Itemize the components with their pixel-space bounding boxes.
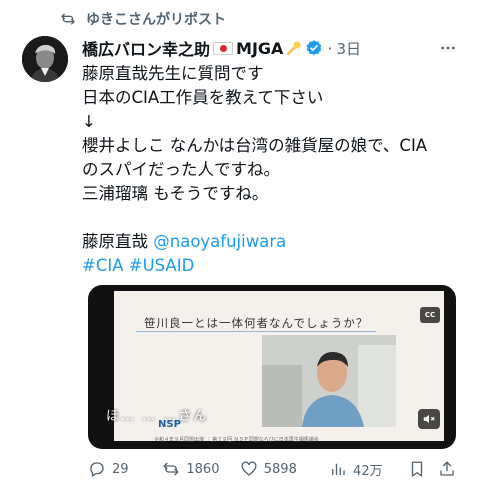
mute-icon[interactable]	[418, 409, 440, 429]
views-button[interactable]: 42万	[329, 460, 408, 479]
mention-line: 藤原直哉 @naoyafujiwara	[82, 230, 460, 254]
video-player[interactable]: 笹川良一とは一体何者なんでしょうか？ NSP 令和４年９月同盟出演 ｜ 第７９回…	[88, 285, 456, 449]
hashtags[interactable]: #CIA #USAID	[82, 254, 460, 278]
captions-button[interactable]: CC	[420, 307, 440, 323]
tweet-time[interactable]: 3日	[337, 38, 362, 59]
speaker-image	[262, 335, 396, 427]
bookmark-button[interactable]	[408, 460, 438, 478]
verified-badge-icon	[307, 40, 322, 56]
more-options-icon[interactable]	[436, 36, 460, 60]
reply-count: 29	[112, 461, 129, 477]
mention-link[interactable]: @naoyafujiwara	[153, 232, 286, 251]
like-button[interactable]: 5898	[240, 460, 329, 478]
separator-dot: ·	[327, 38, 333, 58]
comet-icon	[287, 41, 301, 56]
repost-count: 1860	[186, 461, 220, 477]
tweet-header: 橋広バロン幸之助 MJGA · 3日	[82, 36, 460, 60]
repost-label: ゆきこさんがリポスト	[86, 12, 226, 28]
repost-indicator[interactable]: ゆきこさんがリポスト	[60, 8, 226, 30]
slide-title: 笹川良一とは一体何者なんでしょうか？	[144, 316, 369, 330]
share-icon	[440, 461, 454, 476]
tweet-line: のスパイだった人ですね。	[82, 160, 280, 179]
name-suffix: MJGA	[236, 38, 284, 58]
tweet-line: ↓	[82, 112, 96, 131]
views-chart-icon	[332, 463, 345, 475]
share-button[interactable]	[438, 460, 458, 478]
view-count: 42万	[353, 463, 383, 479]
bookmark-icon	[412, 461, 423, 478]
tweet-line: 藤原直哉先生に質問です	[82, 64, 264, 83]
tweet-line: 日本のCIA工作員を教えて下さい	[82, 88, 324, 107]
repost-icon	[163, 462, 180, 476]
reply-button[interactable]: 29	[88, 460, 162, 478]
repost-button[interactable]: 1860	[162, 460, 239, 478]
mention-prefix: 藤原直哉	[82, 232, 154, 251]
tweet-line: 三浦瑠璃 もそうですね。	[82, 184, 269, 203]
reply-icon	[90, 462, 104, 477]
tweet-line: 櫻井よしこ なんかは台湾の雑貨屋の娘で、CIA	[82, 136, 428, 155]
repost-icon	[61, 13, 75, 25]
heart-icon	[241, 461, 257, 476]
video-subtitle: ほ… … …さん	[106, 409, 209, 424]
tweet-text: 藤原直哉先生に質問です 日本のCIA工作員を教えて下さい ↓ 櫻井よしこ なんか…	[82, 62, 460, 278]
tweet-actions: 29 1860 5898 42万	[88, 457, 458, 481]
display-name: 橋広バロン幸之助	[82, 40, 211, 59]
slide-caption: 令和４年９月同盟出演 ｜ 第７９回 ＮＳＰ同盟ならびに日本再生相馬議会	[154, 437, 319, 443]
author-name[interactable]: 橋広バロン幸之助 MJGA	[82, 36, 302, 60]
japan-flag-icon	[213, 41, 234, 55]
author-avatar[interactable]	[22, 36, 68, 82]
like-count: 5898	[263, 461, 297, 477]
